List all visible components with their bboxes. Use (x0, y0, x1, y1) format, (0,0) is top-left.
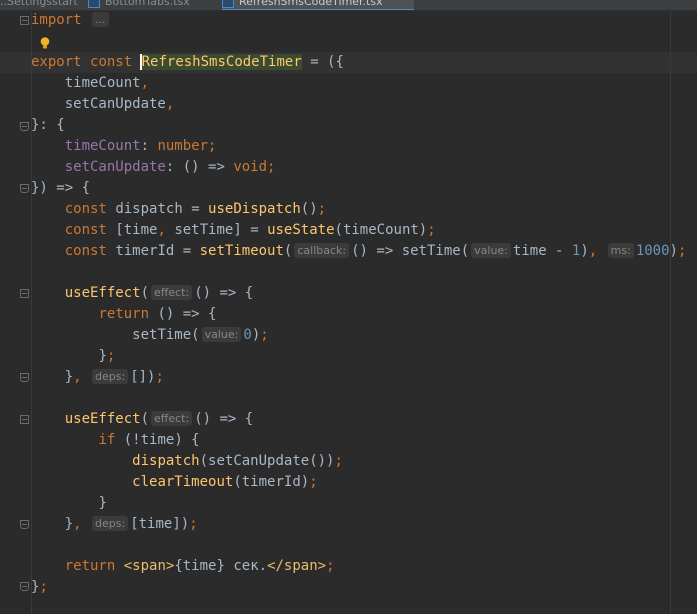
identifier: setTime (401, 243, 461, 259)
code-line: clearTimeout(timerId); (132, 474, 318, 490)
jsx-tag: </span> (267, 558, 327, 574)
identifier: timeCount (64, 75, 141, 91)
tab-bottom-tabs[interactable]: BottomTabs.tsx (88, 0, 214, 10)
code-line: }; (31, 579, 48, 595)
fold-marker[interactable] (20, 373, 29, 382)
fold-marker[interactable] (20, 122, 29, 131)
fold-marker[interactable] (20, 289, 29, 298)
fold-marker[interactable] (20, 582, 29, 591)
tab-label: RefreshSmsCodeTimer.tsx (239, 0, 383, 8)
folded-imports[interactable]: ... (92, 12, 109, 27)
type: number (157, 138, 209, 154)
code-line: }; (98, 348, 116, 364)
code-lines[interactable]: import ... export const RefreshSmsCodeTi… (31, 10, 686, 598)
fold-marker[interactable] (20, 520, 29, 529)
parameter-hint: value: (201, 327, 242, 342)
function-call: useEffect (64, 411, 141, 427)
code-line: }, deps: []); (64, 369, 164, 385)
tab-label: ..Settingsstart (0, 0, 78, 8)
function-call: dispatch (132, 453, 200, 469)
code-line: }: { (31, 117, 65, 133)
code-line: const [time, setTime] = useState(timeCou… (64, 222, 436, 238)
fold-marker[interactable] (20, 16, 29, 25)
parameter-hint: deps: (92, 516, 129, 531)
identifier: time (512, 243, 547, 259)
keyword: return (98, 306, 150, 322)
keyword: const (64, 201, 107, 217)
identifier: timerId (115, 243, 175, 259)
code-line: dispatch(setCanUpdate()); (132, 453, 343, 469)
tsx-file-icon (222, 0, 234, 8)
type: void (233, 159, 268, 175)
keyword: return (64, 558, 116, 574)
code-line: setCanUpdate: () => void; (64, 159, 276, 175)
identifier: setTime (174, 222, 234, 238)
number-literal: 0 (243, 327, 252, 343)
fold-marker[interactable] (20, 415, 29, 424)
jsx-text: сек. (224, 558, 268, 574)
parameter-hint: effect: (151, 285, 193, 300)
code-editor[interactable]: ..Settingsstart BottomTabs.tsx RefreshSm… (0, 0, 697, 614)
code-line: }, deps: [time]); (64, 516, 198, 532)
identifier: setCanUpdate (64, 96, 166, 112)
code-line: useEffect(effect:() => { (64, 411, 254, 427)
identifier: time (123, 222, 158, 238)
code-line: return <span>{time} сек.</span>; (64, 558, 335, 574)
identifier: time (182, 558, 217, 574)
code-line: useEffect(effect:() => { (64, 285, 254, 301)
parameter-hint: deps: (92, 369, 129, 384)
identifier: timeCount (342, 222, 419, 238)
property: timeCount (64, 138, 141, 154)
function-call: clearTimeout (132, 474, 234, 490)
keyword: import (31, 12, 82, 28)
parameter-hint: ms: (607, 243, 634, 258)
function-call: useEffect (64, 285, 141, 301)
keyword: export (31, 54, 82, 70)
keyword: const (64, 243, 107, 259)
component-name: RefreshSmsCodeTimer (141, 54, 302, 70)
code-line: setCanUpdate, (64, 96, 175, 112)
function-call: setTimeout (199, 243, 284, 259)
tsx-file-icon (88, 0, 100, 8)
tab-label: BottomTabs.tsx (105, 0, 190, 8)
code-line: const dispatch = useDispatch(); (64, 201, 327, 217)
code-line: timeCount: number; (64, 138, 217, 154)
parameter-hint: callback: (294, 243, 350, 258)
code-line: }) => { (31, 180, 91, 196)
identifier: time (140, 432, 175, 448)
identifier: dispatch (115, 201, 183, 217)
code-line: if (!time) { (98, 432, 200, 448)
code-line: setTime(value: 0); (132, 327, 269, 343)
tab-refresh-sms-code-timer[interactable]: RefreshSmsCodeTimer.tsx (222, 0, 414, 10)
identifier: timerId (241, 474, 301, 490)
parameter-hint: effect: (151, 411, 193, 426)
code-line: return () => { (98, 306, 217, 322)
identifier: time (138, 516, 173, 532)
code-line: } (98, 495, 107, 511)
identifier: setCanUpdate (208, 453, 310, 469)
code-line: import ... (31, 10, 686, 31)
code-line: timeCount, (64, 75, 150, 91)
jsx-tag: <span> (123, 558, 175, 574)
keyword: if (98, 432, 116, 448)
parameter-hint: value: (471, 243, 511, 258)
tab-settings[interactable]: ..Settingsstart (0, 0, 80, 10)
number-literal: 1000 (635, 243, 670, 259)
keyword: const (90, 54, 133, 70)
keyword: const (64, 222, 107, 238)
code-line: const timerId = setTimeout(callback:() =… (64, 243, 687, 259)
identifier: setTime (132, 327, 192, 343)
fold-marker[interactable] (20, 184, 29, 193)
property: setCanUpdate (64, 159, 166, 175)
code-line: export const RefreshSmsCodeTimer = ({ (31, 54, 344, 70)
function-call: useDispatch (208, 201, 301, 217)
function-call: useState (267, 222, 335, 238)
